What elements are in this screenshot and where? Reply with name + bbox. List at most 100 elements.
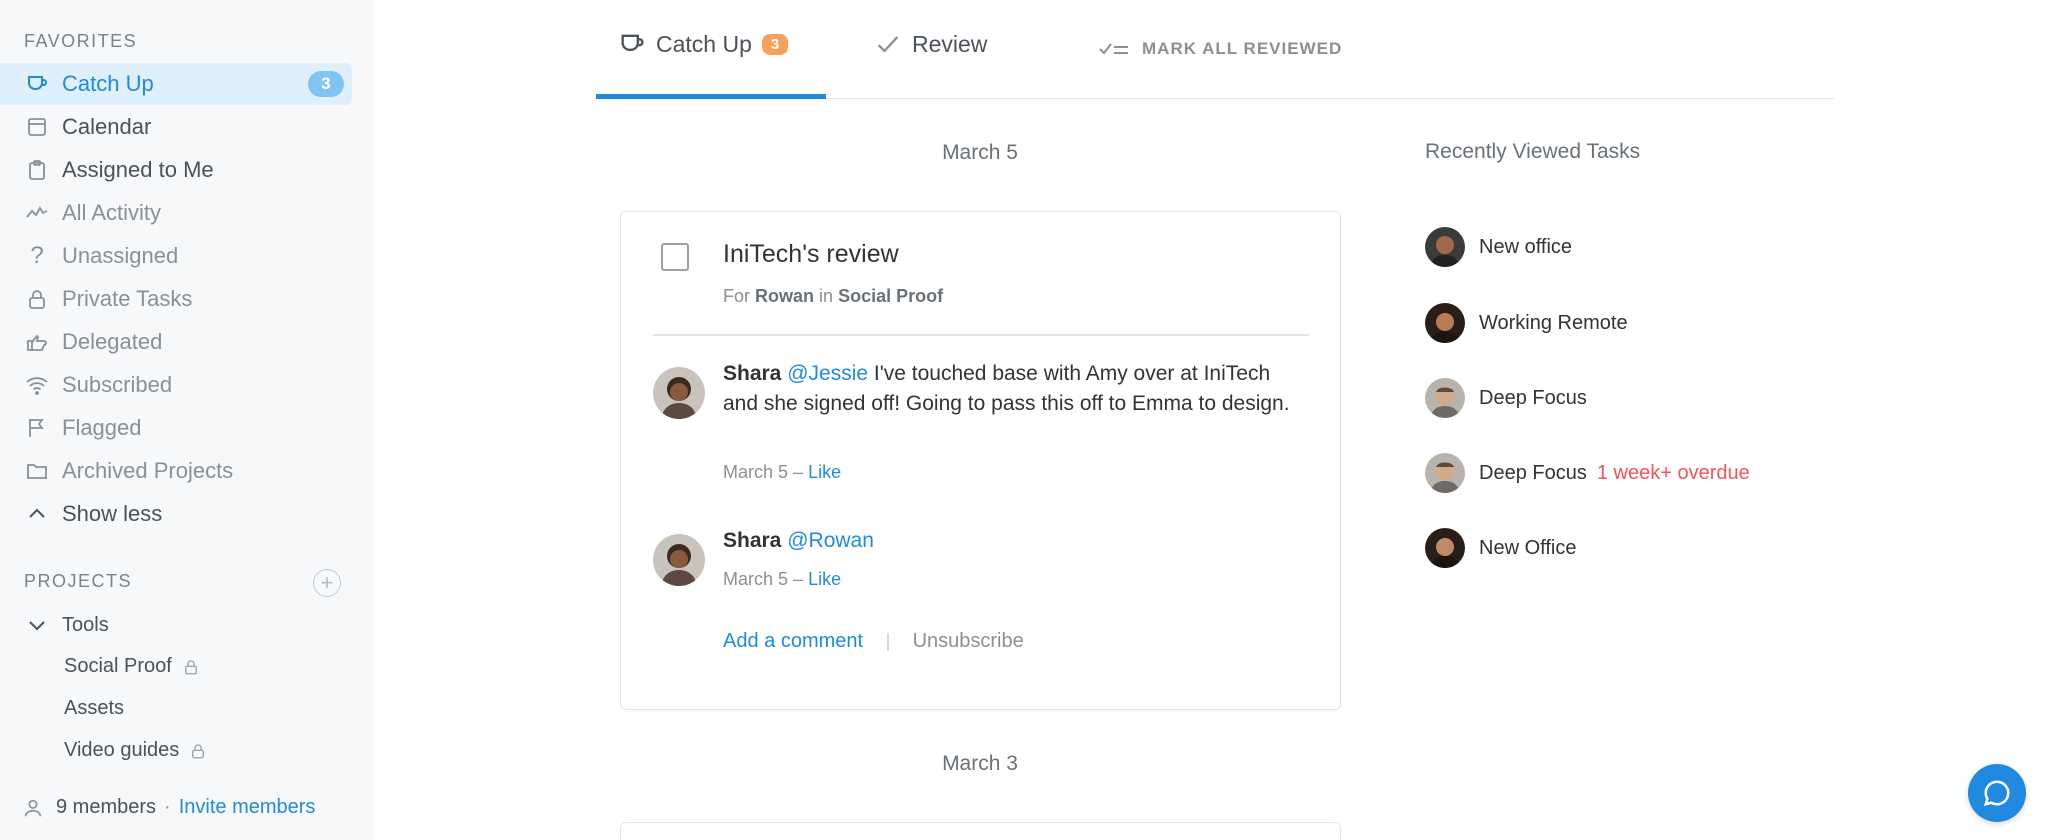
sidebar-item-label: Flagged [62,415,142,440]
card-divider [653,334,1309,336]
comment-author[interactable]: Shara [723,362,781,385]
like-button[interactable]: Like [808,462,841,482]
tab-label: Review [912,30,988,57]
tab-bar: Catch Up 3 Review MARK ALL REVIEWED [596,0,1834,99]
sidebar-item-calendar[interactable]: Calendar [0,106,352,148]
sidebar-item-label: Private Tasks [62,286,193,311]
projects-group-tools[interactable]: Tools [0,604,352,646]
sidebar-item-label: Unassigned [62,243,179,268]
mug-icon [621,34,644,51]
wifi-icon [24,372,50,398]
feed-date-heading: March 3 [942,752,1018,775]
project-assets[interactable]: Assets [64,697,124,720]
add-comment-button[interactable]: Add a comment [723,630,863,653]
sidebar-item-label: Calendar [62,114,152,139]
delegate-hand-icon [24,329,50,355]
recent-task-label: Working Remote [1479,311,1628,334]
mug-icon [24,71,50,97]
project-label: Assets [64,697,125,719]
activity-icon [24,200,50,226]
avatar [1425,453,1465,493]
plus-icon: + [320,570,334,595]
sidebar-item-archived-projects[interactable]: Archived Projects [0,450,352,492]
folder-icon [24,458,50,484]
project-label: Social Proof [64,655,172,677]
recent-task-label: Deep Focus [1479,461,1587,484]
add-project-button[interactable]: + [313,569,341,597]
comment-meta: March 5 – Like [723,569,841,590]
calendar-icon [24,114,50,140]
project-social-proof[interactable]: Social Proof [64,655,200,678]
recently-viewed-title: Recently Viewed Tasks [1425,140,1641,163]
feed-date-heading: March 5 [942,141,1018,164]
user-icon [24,799,42,816]
comment-text: Shara @Jessie I've touched base with Amy… [723,359,1303,419]
recent-task-item[interactable]: New Office [1425,528,1576,568]
mark-all-reviewed-label: MARK ALL REVIEWED [1142,39,1343,58]
projects-group-label: Tools [62,613,109,636]
sidebar-item-catch-up[interactable]: Catch Up 3 [0,63,352,105]
sidebar-item-flagged[interactable]: Flagged [0,407,352,449]
catch-up-tab-badge: 3 [761,33,789,55]
tab-catch-up[interactable]: Catch Up 3 [618,30,789,58]
members-row: 9 members · Invite members [22,796,315,819]
avatar [1425,378,1465,418]
sidebar-item-label: Catch Up [62,71,154,96]
sidebar-item-unassigned[interactable]: ? Unassigned [0,235,352,277]
task-card: IniTech's review For Rowan in Social Pro… [620,211,1341,710]
comment-date: March 5 – [723,569,804,589]
tab-label: Catch Up [656,30,752,57]
sidebar-item-label: Assigned to Me [62,157,214,182]
tab-review[interactable]: Review [874,30,987,58]
sidebar-item-private-tasks[interactable]: Private Tasks [0,278,352,320]
sidebar: FAVORITES Catch Up 3 Calendar Assigned t… [0,0,374,840]
sidebar-item-delegated[interactable]: Delegated [0,321,352,363]
sidebar-item-show-less[interactable]: Show less [0,493,352,535]
recent-task-item[interactable]: New office [1425,227,1572,267]
comment-author[interactable]: Shara [723,529,781,552]
lock-icon [192,743,205,758]
sidebar-item-label: Show less [62,501,163,526]
active-tab-indicator [596,94,826,99]
sidebar-item-assigned-to-me[interactable]: Assigned to Me [0,149,352,191]
mark-all-reviewed-button[interactable]: MARK ALL REVIEWED [1098,38,1342,60]
recent-task-item[interactable]: Deep Focus [1425,378,1587,418]
in-label: in [819,286,834,306]
comment-date: March 5 – [723,462,804,482]
check-list-icon [1099,43,1128,55]
lock-icon [24,286,50,312]
task-complete-checkbox[interactable] [661,243,689,271]
clipboard-icon [24,157,50,183]
like-button[interactable]: Like [808,569,841,589]
catch-up-count-badge: 3 [308,71,344,97]
sidebar-item-label: Subscribed [62,372,173,397]
question-icon: ? [30,242,44,269]
chat-support-button[interactable] [1968,764,2026,822]
sidebar-item-all-activity[interactable]: All Activity [0,192,352,234]
projects-label: PROJECTS [24,571,133,591]
recent-task-label: Deep Focus [1479,386,1587,409]
task-title[interactable]: IniTech's review [723,240,899,269]
comment-mention[interactable]: @Rowan [787,529,874,552]
recent-task-item[interactable]: Working Remote [1425,303,1628,343]
project-video-guides[interactable]: Video guides [64,739,207,762]
sidebar-item-subscribed[interactable]: Subscribed [0,364,352,406]
comment-meta: March 5 – Like [723,462,841,483]
flag-icon [24,415,50,441]
task-project[interactable]: Social Proof [838,286,943,306]
task-assignee[interactable]: Rowan [755,286,814,306]
members-separator: · [164,796,171,818]
avatar [653,367,705,419]
recent-task-item[interactable]: Deep Focus 1 week+ overdue [1425,453,1750,493]
recent-task-label: New Office [1479,536,1577,559]
chat-bubble-icon [1983,780,2010,807]
footer-divider [887,632,889,651]
overdue-label: 1 week+ overdue [1596,461,1750,484]
comment-text: Shara @Rowan [723,526,1303,556]
project-label: Video guides [64,739,180,761]
invite-members-link[interactable]: Invite members [179,796,316,819]
comment-mention[interactable]: @Jessie [787,362,868,385]
check-icon [877,36,899,53]
unsubscribe-button[interactable]: Unsubscribe [913,630,1024,653]
avatar [1425,227,1465,267]
